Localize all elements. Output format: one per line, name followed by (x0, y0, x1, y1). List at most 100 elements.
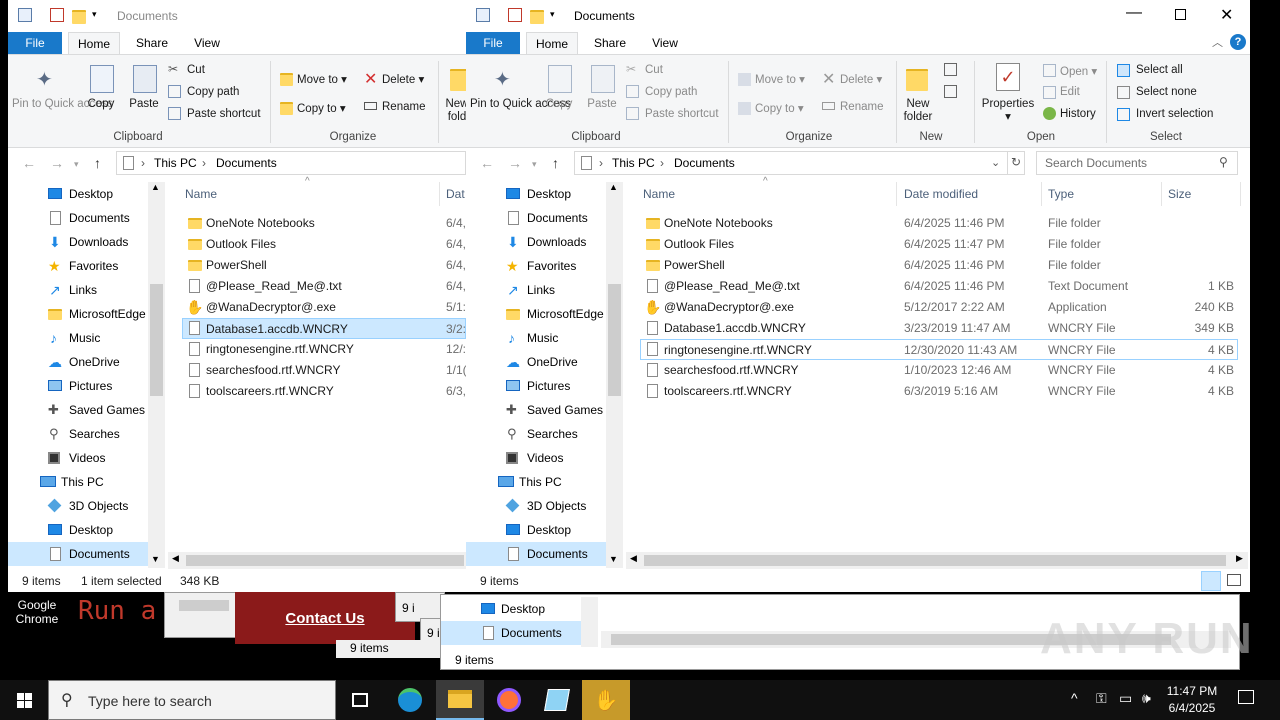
file-row[interactable]: PowerShell 6/4/2025 11:46 PM File folder (640, 255, 1238, 276)
nav-item-saved-games[interactable]: ✚ Saved Games (8, 398, 148, 422)
column-header-size[interactable]: Size (1168, 182, 1191, 206)
contact-us-link[interactable]: Contact Us (235, 592, 415, 644)
copy-to-button[interactable]: Copy to ▾ (297, 101, 346, 115)
refresh-button[interactable]: ↻ (1007, 151, 1025, 175)
bg-vscroll[interactable] (581, 597, 598, 647)
paste-button[interactable]: Paste (126, 98, 162, 111)
close-icon[interactable]: ✕ (1220, 5, 1233, 25)
select-none-button[interactable]: Select none (1136, 86, 1197, 98)
file-row[interactable]: OneNote Notebooks 6/4/2025 11:46 PM File f… (640, 213, 1238, 234)
tab-view[interactable]: View (642, 32, 688, 54)
nav-item-desktop-2[interactable]: Desktop (8, 518, 148, 542)
column-header-date[interactable]: Dat (446, 182, 465, 206)
large-icons-view-icon[interactable] (1227, 574, 1241, 586)
nav-item-desktop[interactable]: Desktop (8, 182, 148, 206)
nav-item-documents[interactable]: Documents (8, 206, 148, 230)
nav-item-onedrive[interactable]: ☁ OneDrive (466, 350, 606, 374)
nav-item-videos[interactable]: Videos (466, 446, 606, 470)
tab-file[interactable]: File (466, 32, 520, 54)
maximize-icon[interactable] (1175, 9, 1186, 20)
bg-nav-documents[interactable]: Documents (441, 621, 581, 645)
help-icon[interactable]: ? (1230, 34, 1246, 50)
column-header-name[interactable]: Name (643, 182, 675, 206)
pin-to-quick-access-button[interactable]: Pin to Quick access (12, 98, 113, 111)
new-folder-button[interactable]: New folder (898, 98, 938, 124)
right-horizontal-scrollbar[interactable]: ◀ ▶ (626, 552, 1248, 569)
nav-item-pictures[interactable]: Pictures (8, 374, 148, 398)
tray-overflow-chevron-icon[interactable]: ^ (1071, 690, 1078, 706)
tray-volume-icon[interactable]: 🕪 (1142, 690, 1151, 707)
tray-clock[interactable]: 11:47 PM 6/4/2025 (1166, 684, 1218, 715)
move-to-button[interactable]: Move to ▾ (755, 72, 805, 86)
nav-item-favorites[interactable]: ★ Favorites (466, 254, 606, 278)
cut-button[interactable]: Cut (645, 64, 663, 76)
nav-item-desktop-2[interactable]: Desktop (466, 518, 606, 542)
address-dropdown-icon[interactable]: ⌄ (991, 156, 1000, 169)
new-item-icon[interactable] (944, 63, 957, 76)
file-row-selected[interactable]: Database1.accdb.WNCRY 3/2: (182, 318, 466, 339)
nav-item-links[interactable]: ↗ Links (466, 278, 606, 302)
search-box[interactable]: Search Documents ⚲ (1036, 151, 1238, 175)
nav-item-downloads[interactable]: ⬇ Downloads (8, 230, 148, 254)
tab-home[interactable]: Home (526, 32, 578, 54)
nav-item-downloads[interactable]: ⬇ Downloads (466, 230, 606, 254)
nav-item-microsoftedge[interactable]: MicrosoftEdge (466, 302, 606, 326)
address-bar[interactable]: › This PC › Documents (116, 151, 466, 175)
file-row[interactable]: @Please_Read_Me@.txt 6/4/2025 11:46 PM Tex… (640, 276, 1238, 297)
breadcrumb-documents[interactable]: Documents (674, 156, 735, 170)
nav-item-3d-objects[interactable]: 3D Objects (8, 494, 148, 518)
details-view-icon[interactable] (1201, 571, 1221, 591)
pin-to-quick-access-button[interactable]: Pin to Quick access (470, 98, 571, 111)
nav-item-3d-objects[interactable]: 3D Objects (466, 494, 606, 518)
nav-item-onedrive[interactable]: ☁ OneDrive (8, 350, 148, 374)
nav-item-this-pc[interactable]: This PC (8, 470, 148, 494)
nav-item-searches[interactable]: ⚲ Searches (466, 422, 606, 446)
qat-dropdown-icon[interactable]: ▾ (92, 9, 106, 23)
copy-button[interactable]: Copy (544, 98, 574, 111)
notification-center-icon[interactable] (1238, 690, 1254, 704)
recent-dropdown-icon[interactable]: ▾ (532, 159, 537, 170)
move-to-button[interactable]: Move to ▾ (297, 72, 347, 86)
nav-item-this-pc[interactable]: This PC (466, 470, 606, 494)
left-horizontal-scrollbar[interactable]: ◀ (168, 552, 466, 569)
taskbar-edge[interactable] (386, 680, 434, 720)
minimize-icon[interactable]: — (1126, 4, 1142, 22)
recent-dropdown-icon[interactable]: ▾ (74, 159, 79, 170)
folder-qat-icon[interactable] (72, 10, 86, 24)
rename-button[interactable]: Rename (840, 101, 883, 113)
nav-item-music[interactable]: ♪ Music (8, 326, 148, 350)
nav-item-documents[interactable]: Documents (466, 206, 606, 230)
copy-button[interactable]: Copy (86, 98, 116, 111)
bg-nav-desktop[interactable]: Desktop (441, 597, 581, 621)
tray-network-device-icon[interactable]: ⚿ (1096, 690, 1107, 707)
nav-item-music[interactable]: ♪ Music (466, 326, 606, 350)
cut-button[interactable]: Cut (187, 64, 205, 76)
nav-item-favorites[interactable]: ★ Favorites (8, 254, 148, 278)
desktop-icon-chrome[interactable]: Google Chrome (8, 598, 66, 626)
file-row[interactable]: toolscareers.rtf.WNCRY 6/3/2019 5:16 AM WN… (640, 381, 1238, 402)
invert-selection-button[interactable]: Invert selection (1136, 108, 1213, 120)
file-row[interactable]: Database1.accdb.WNCRY 3/23/2019 11:47 AM W… (640, 318, 1238, 339)
tab-share[interactable]: Share (586, 32, 634, 54)
properties-qat-icon[interactable] (18, 8, 32, 22)
nav-item-pictures[interactable]: Pictures (466, 374, 606, 398)
taskbar-file-explorer[interactable] (436, 680, 484, 720)
checkmark-qat-icon[interactable] (50, 8, 64, 22)
nav-item-documents-2[interactable]: Documents (8, 542, 148, 566)
new-folder-button[interactable]: New fold (444, 98, 466, 124)
up-arrow-icon[interactable]: ↑ (94, 155, 101, 171)
file-row-focused[interactable]: ringtonesengine.rtf.WNCRY 12/30/2020 11:4… (640, 339, 1238, 360)
taskbar-firefox[interactable] (485, 680, 533, 720)
tab-view[interactable]: View (184, 32, 230, 54)
taskbar-search-box[interactable]: ⚲ Type here to search (48, 680, 336, 720)
taskbar-app-4[interactable] (533, 680, 581, 720)
tray-network-icon[interactable]: ▭ (1119, 690, 1132, 707)
paste-shortcut-button[interactable]: Paste shortcut (645, 108, 719, 120)
folder-qat-icon[interactable] (530, 10, 544, 24)
nav-item-desktop[interactable]: Desktop (466, 182, 606, 206)
nav-item-videos[interactable]: Videos (8, 446, 148, 470)
file-row[interactable]: ✋ @WanaDecryptor@.exe 5/12/2017 2:22 AM App… (640, 297, 1238, 318)
right-nav-scrollbar[interactable]: ▲ ▼ (606, 182, 623, 568)
file-row[interactable]: Outlook Files 6/4/2025 11:47 PM File folde… (640, 234, 1238, 255)
breadcrumb-this-pc[interactable]: This PC (612, 156, 655, 170)
